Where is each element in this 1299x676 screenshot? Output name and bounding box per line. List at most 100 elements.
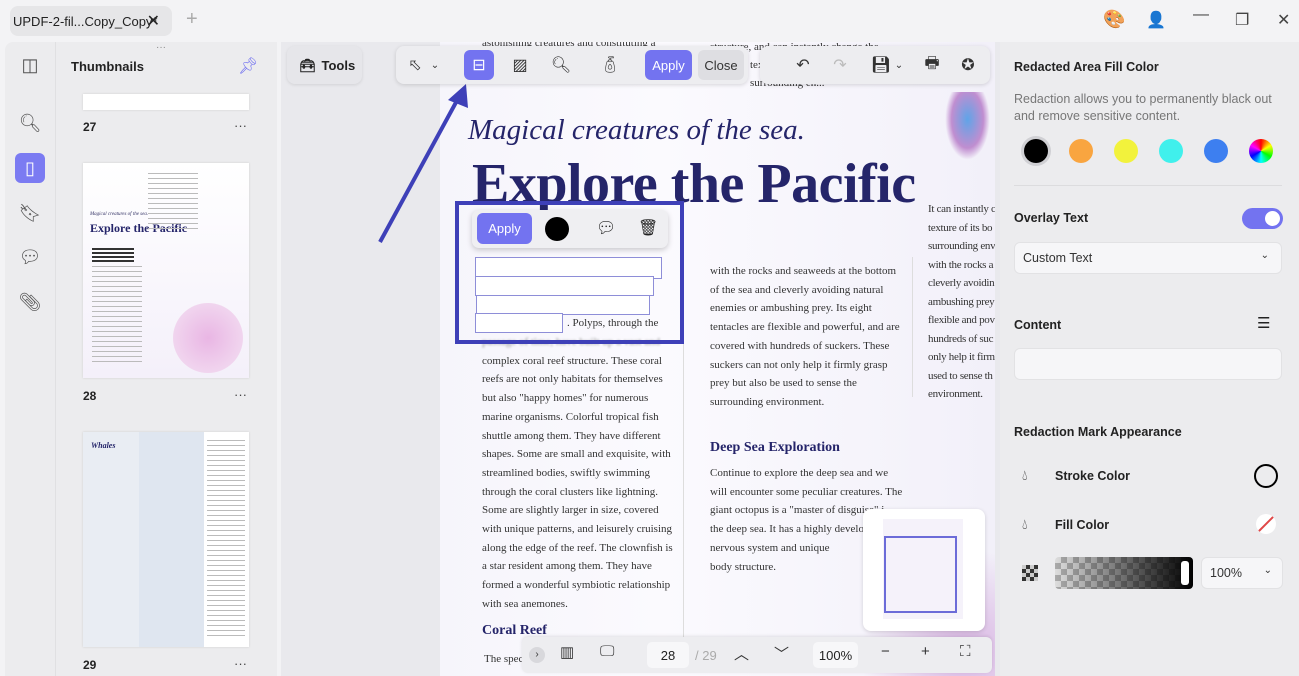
coral-image xyxy=(945,92,990,160)
thumbnail-page-28[interactable]: Magical creatures of the sea. Explore th… xyxy=(83,163,249,378)
pin-icon[interactable]: 📌︎ xyxy=(238,56,258,76)
bookmark-icon[interactable]: 🔖︎ xyxy=(15,198,45,228)
thumb-coral-image xyxy=(173,303,243,373)
fit-page-icon[interactable]: ⛶ xyxy=(960,643,971,660)
search-icon[interactable]: 🔍︎ xyxy=(15,108,45,138)
swatch-blue[interactable] xyxy=(1204,139,1228,163)
minimap-viewport[interactable] xyxy=(884,536,957,613)
thumbnail-page-29[interactable]: Whales xyxy=(83,432,249,647)
column-1-text: passage of time, have built up a vast an… xyxy=(482,336,673,610)
chevron-down-icon: ⌄ xyxy=(1260,250,1269,261)
presentation-icon[interactable]: 🖵 xyxy=(600,643,614,660)
thumbnails-panel: ··· Thumbnails 📌︎ 27 ··· Magical creatur… xyxy=(55,42,277,676)
redo-icon[interactable]: ↷ xyxy=(825,50,855,80)
left-rail: ◫ 🔍︎ ▯ 🔖︎ 💬︎ 📎︎ xyxy=(5,42,55,676)
text-line: The spec xyxy=(484,653,524,665)
comment-icon[interactable]: 💬︎ xyxy=(596,218,616,238)
thumbnails-grid-icon[interactable]: ◫ xyxy=(15,50,45,80)
page-number-input[interactable]: 28 xyxy=(647,642,689,668)
redaction-mark[interactable] xyxy=(475,276,654,296)
thumb-title: Whales xyxy=(91,441,116,450)
previous-page-icon[interactable]: ︿ xyxy=(734,643,749,664)
content-input[interactable] xyxy=(1014,348,1282,380)
stroke-color-button[interactable] xyxy=(1254,464,1278,488)
thumbnails-title: Thumbnails xyxy=(71,59,144,74)
swatch-orange[interactable] xyxy=(1069,139,1093,163)
section-heading: Deep Sea Exploration xyxy=(710,440,840,455)
chevron-down-icon[interactable]: ⌄ xyxy=(428,50,442,80)
minimize-button[interactable]: — xyxy=(1193,6,1209,24)
select-cursor-icon[interactable]: ⬁ xyxy=(400,50,430,80)
thumb-subtitle: Magical creatures of the sea. xyxy=(90,212,149,217)
swatch-yellow[interactable] xyxy=(1114,139,1138,163)
document-tab[interactable]: UPDF-2-fil...Copy_Copy* ✕ xyxy=(10,6,172,36)
page-layout-icon[interactable]: ▥ xyxy=(560,643,574,661)
stroke-drop-icon: 💧︎ xyxy=(1022,467,1028,483)
redaction-mark[interactable] xyxy=(476,295,650,315)
fill-description: Redaction allows you to permanently blac… xyxy=(1014,92,1272,123)
thumbnail-more-button[interactable]: ··· xyxy=(234,656,247,671)
swatch-cyan[interactable] xyxy=(1159,139,1183,163)
chevron-down-icon[interactable]: ⌄ xyxy=(892,50,906,80)
maximize-button[interactable]: ❐ xyxy=(1235,10,1249,30)
redact-toolbar: ⬁ ⌄ ⊟ ▨ 🔍︎ 🧴︎ Apply Close xyxy=(396,46,748,84)
opacity-slider[interactable] xyxy=(1055,557,1193,589)
tools-button[interactable]: 🧰︎ Tools xyxy=(287,46,362,84)
thumbnail-number: 29 xyxy=(83,658,97,672)
popup-apply-button[interactable]: Apply xyxy=(477,213,532,244)
appearance-title: Redaction Mark Appearance xyxy=(1014,425,1182,439)
theme-icon[interactable]: 🎨 xyxy=(1103,9,1125,30)
thumb-text xyxy=(148,173,198,233)
redact-area-icon[interactable]: ▨ xyxy=(505,50,535,80)
thumbnail-page-27[interactable] xyxy=(83,94,249,110)
page-navigation-bar: › ▥ 🖵 28 / 29 ︿ ﹀ 100% − + ⛶ xyxy=(522,637,992,673)
print-icon[interactable]: 🖶 xyxy=(917,50,947,80)
fill-color-button[interactable] xyxy=(1256,514,1276,534)
pages-icon[interactable]: ▯ xyxy=(15,153,45,183)
sanitize-icon[interactable]: 🧴︎ xyxy=(595,50,625,80)
column-3-text: It can instantly c texture of its bo surro… xyxy=(928,203,995,400)
zoom-in-icon[interactable]: + xyxy=(921,643,930,660)
opacity-slider-handle[interactable] xyxy=(1181,561,1189,585)
thumbnail-number: 28 xyxy=(83,389,97,403)
page-subtitle: Magical creatures of the sea. xyxy=(468,114,805,146)
thumb-text xyxy=(207,440,245,640)
delete-icon[interactable]: 🗑︎ xyxy=(638,218,658,238)
redaction-mark[interactable] xyxy=(475,313,563,333)
text-settings-icon[interactable]: ☰ xyxy=(1257,314,1270,332)
drag-handle[interactable]: ··· xyxy=(156,42,166,53)
overlay-text-toggle[interactable] xyxy=(1242,208,1283,229)
apply-button[interactable]: Apply xyxy=(645,50,692,80)
zoom-out-icon[interactable]: − xyxy=(881,643,890,660)
overlay-text-select[interactable]: Custom Text ⌄ xyxy=(1014,242,1282,274)
fill-drop-icon: 💧︎ xyxy=(1022,516,1028,532)
undo-icon[interactable]: ↶ xyxy=(788,50,818,80)
swatch-custom-color[interactable] xyxy=(1249,139,1273,163)
redact-text-icon[interactable]: ⊟ xyxy=(464,50,494,80)
content-label: Content xyxy=(1014,318,1062,332)
attachment-icon[interactable]: 📎︎ xyxy=(15,287,45,317)
search-redact-icon[interactable]: 🔍︎ xyxy=(546,50,576,80)
thumbnail-more-button[interactable]: ··· xyxy=(234,118,247,133)
page-minimap[interactable] xyxy=(863,509,985,631)
comment-icon[interactable]: 💬︎ xyxy=(15,242,45,272)
total-pages: / 29 xyxy=(695,648,717,663)
fill-color-title: Redacted Area Fill Color xyxy=(1014,60,1159,74)
zoom-level[interactable]: 100% xyxy=(813,642,858,668)
stroke-color-label: Stroke Color xyxy=(1055,469,1131,483)
fill-color-button[interactable] xyxy=(545,217,569,241)
opacity-select[interactable]: 100% ⌄ xyxy=(1201,557,1283,589)
close-window-button[interactable]: ✕ xyxy=(1277,10,1290,30)
close-button[interactable]: Close xyxy=(698,50,744,80)
overlay-text-label: Overlay Text xyxy=(1014,211,1089,225)
close-tab-icon[interactable]: ✕ xyxy=(147,11,160,31)
ai-assistant-icon[interactable]: ✪ xyxy=(953,50,983,80)
account-icon[interactable]: 👤 xyxy=(1146,10,1166,30)
annotation-arrow xyxy=(378,84,468,243)
expand-icon[interactable]: › xyxy=(529,647,545,663)
swatch-black[interactable] xyxy=(1024,139,1048,163)
toolbox-icon: 🧰︎ xyxy=(299,58,316,73)
new-tab-button[interactable]: + xyxy=(186,8,198,31)
thumbnail-more-button[interactable]: ··· xyxy=(234,387,247,402)
next-page-icon[interactable]: ﹀ xyxy=(774,643,789,664)
